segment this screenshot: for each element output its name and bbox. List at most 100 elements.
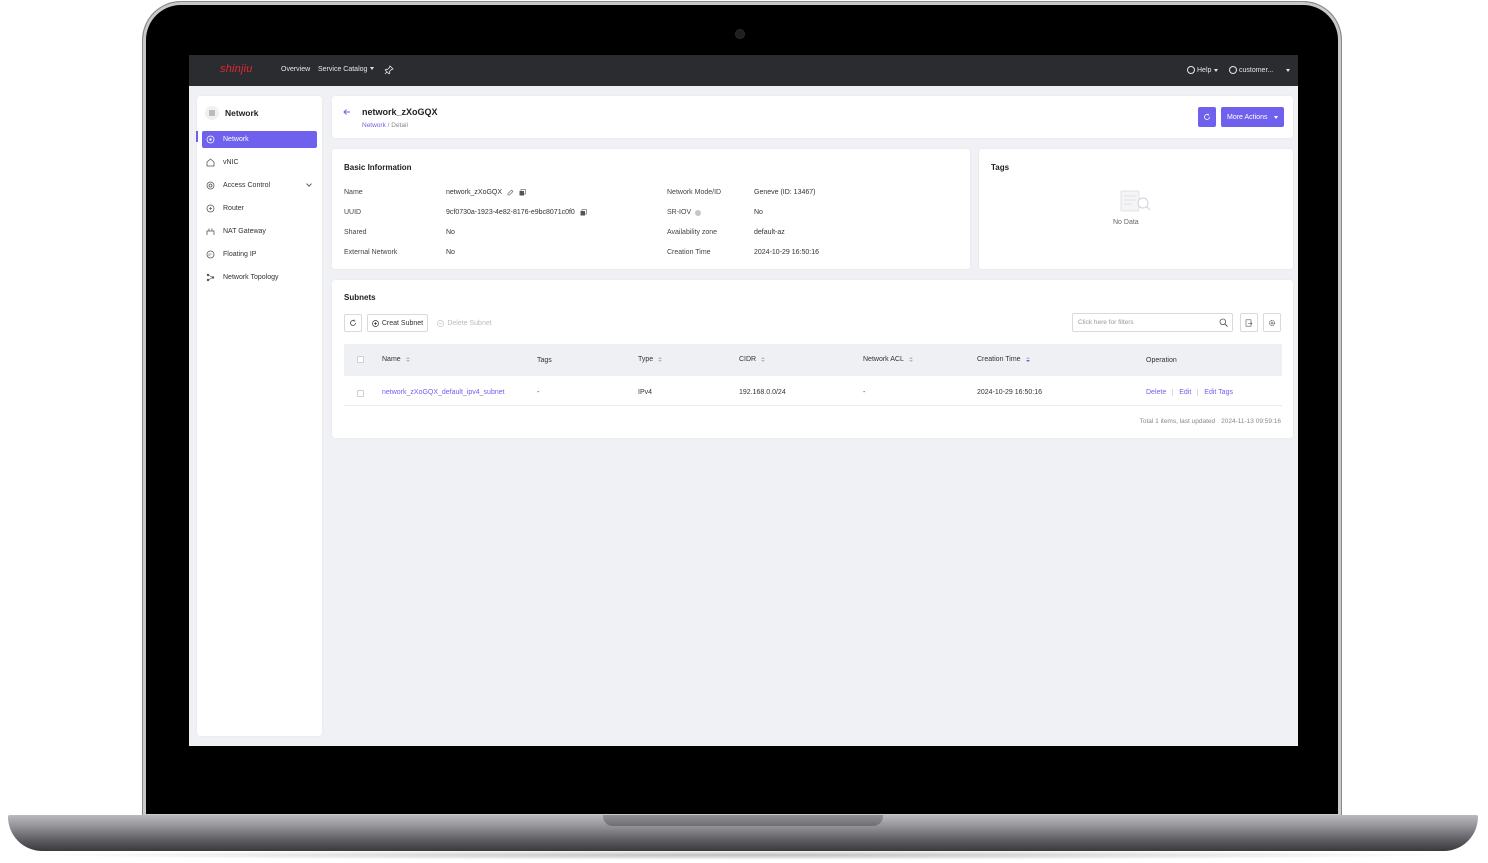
access-control-icon (206, 181, 215, 190)
sidebar-item-network[interactable]: Network (202, 131, 317, 148)
breadcrumb: Network / Detail (362, 122, 408, 129)
column-creation-time-label: Creation Time (977, 356, 1021, 363)
subnet-tags: - (537, 389, 540, 396)
filter-placeholder: Click here for filters (1078, 319, 1134, 326)
breadcrumb-network-link[interactable]: Network (362, 122, 386, 129)
info-icon[interactable] (695, 209, 702, 216)
subnet-created: 2024-10-29 16:50:16 (977, 389, 1042, 396)
basic-info-card: Basic Information Name network_zXoGQX UU… (332, 149, 970, 269)
edit-tags-link[interactable]: Edit Tags (1204, 389, 1233, 396)
sort-icon (1025, 357, 1030, 362)
router-icon (206, 204, 215, 213)
subnet-name-link[interactable]: network_zXoGQX_default_ipv4_subnet (382, 389, 505, 396)
gear-icon (1269, 319, 1275, 326)
column-cidr[interactable]: CIDR (739, 356, 766, 363)
user-menu[interactable]: customer... (1229, 66, 1273, 74)
user-label: customer... (1239, 66, 1274, 74)
sidebar-item-router[interactable]: Router (202, 200, 317, 217)
name-label: Name (344, 189, 363, 196)
subnet-cidr: 192.168.0.0/24 (739, 389, 786, 396)
empty-box-icon (1120, 190, 1151, 212)
footer-total: Total 1 items, last updated (1139, 418, 1216, 425)
chevron-down-icon[interactable] (1286, 69, 1290, 72)
topology-icon (206, 273, 215, 282)
search-icon[interactable] (1219, 318, 1228, 327)
sriov-label-text: SR-IOV (667, 209, 692, 216)
footer-updated-time: 2024-11-13 09:59:16 (1221, 418, 1281, 425)
sidebar-item-network-topology[interactable]: Network Topology (202, 269, 317, 286)
copy-icon[interactable] (519, 189, 526, 196)
help-menu[interactable]: Help (1187, 66, 1219, 74)
tags-title: Tags (991, 163, 1010, 172)
more-actions-button[interactable]: More Actions (1221, 107, 1284, 127)
settings-button[interactable] (1263, 313, 1281, 332)
column-name-label: Name (382, 356, 401, 363)
delete-link[interactable]: Delete (1146, 389, 1166, 396)
export-icon (1245, 319, 1253, 327)
back-arrow-icon[interactable] (342, 107, 352, 117)
sidebar-item-access-control[interactable]: Access Control (202, 177, 317, 194)
external-network-value: No (446, 249, 455, 256)
create-subnet-label: Creat Subnet (381, 319, 424, 327)
page-title: network_zXoGQX (362, 107, 438, 117)
sidebar-item-label: Floating IP (223, 251, 257, 258)
refresh-button[interactable] (1198, 107, 1216, 127)
page-header: network_zXoGQX Network / Detail More Act… (332, 96, 1293, 138)
table-footer: Total 1 items, last updated 2024-11-13 09… (1140, 418, 1281, 425)
sidebar-item-vnic[interactable]: vNIC (202, 154, 317, 171)
separator (1172, 389, 1174, 396)
nav-overview[interactable]: Overview (281, 66, 310, 73)
row-operations: Delete Edit Edit Tags (1146, 389, 1233, 396)
column-network-acl[interactable]: Network ACL (863, 356, 913, 363)
subnets-card: Subnets Creat Subnet Delete Subnet Click… (332, 280, 1293, 438)
sort-icon (761, 357, 766, 362)
column-operation: Operation (1146, 357, 1177, 364)
sidebar-item-label: vNIC (223, 159, 239, 166)
chevron-down-icon (1274, 115, 1279, 119)
row-checkbox[interactable] (357, 390, 364, 397)
svg-text:IP: IP (208, 253, 211, 257)
availability-zone-label: Availability zone (667, 229, 718, 236)
pin-icon[interactable] (384, 65, 394, 75)
select-all-checkbox[interactable] (357, 356, 364, 363)
subnets-refresh-button[interactable] (344, 314, 362, 332)
logo[interactable]: shinjiu (220, 63, 253, 75)
sidebar-item-nat-gateway[interactable]: NAT Gateway (202, 223, 317, 240)
sidebar-title: Network (225, 108, 259, 118)
delete-subnet-button[interactable]: Delete Subnet (433, 314, 496, 332)
column-type-label: Type (638, 356, 654, 363)
sriov-value: No (754, 209, 763, 216)
column-type[interactable]: Type (638, 356, 663, 363)
shared-value: No (446, 229, 455, 236)
sort-icon (405, 357, 410, 362)
sidebar-item-floating-ip[interactable]: IP Floating IP (202, 246, 317, 263)
export-button[interactable] (1240, 313, 1258, 332)
tags-card: Tags No Data (979, 149, 1293, 269)
availability-zone-value: default-az (754, 229, 785, 236)
chevron-down-icon[interactable] (306, 181, 312, 187)
chevron-down-icon (370, 67, 375, 70)
filter-search-input[interactable]: Click here for filters (1072, 313, 1233, 332)
refresh-icon (350, 319, 356, 326)
sidebar: Network Network vNIC Access Control Rout… (196, 96, 322, 736)
breadcrumb-current: Detail (391, 122, 408, 129)
edit-link[interactable]: Edit (1179, 389, 1191, 396)
column-name[interactable]: Name (382, 356, 410, 363)
copy-icon[interactable] (580, 209, 587, 216)
sort-icon (908, 357, 913, 362)
column-creation-time[interactable]: Creation Time (977, 356, 1030, 363)
nat-gateway-icon (206, 227, 215, 236)
sriov-label: SR-IOV (667, 209, 702, 216)
menu-icon[interactable] (205, 106, 219, 120)
nav-service-catalog[interactable]: Service Catalog (318, 66, 375, 73)
creation-time-label: Creation Time (667, 249, 711, 256)
uuid-value: 9cf0730a-1923-4e82-8176-e9bc8071c0f0 (446, 209, 587, 216)
name-value: network_zXoGQX (446, 189, 526, 196)
refresh-icon (1204, 113, 1210, 120)
edit-icon[interactable] (507, 189, 514, 196)
minus-circle-icon (437, 319, 445, 327)
create-subnet-button[interactable]: Creat Subnet (367, 314, 428, 332)
sidebar-item-label: NAT Gateway (223, 228, 266, 235)
name-text: network_zXoGQX (446, 189, 503, 196)
chevron-down-icon (1214, 68, 1219, 72)
